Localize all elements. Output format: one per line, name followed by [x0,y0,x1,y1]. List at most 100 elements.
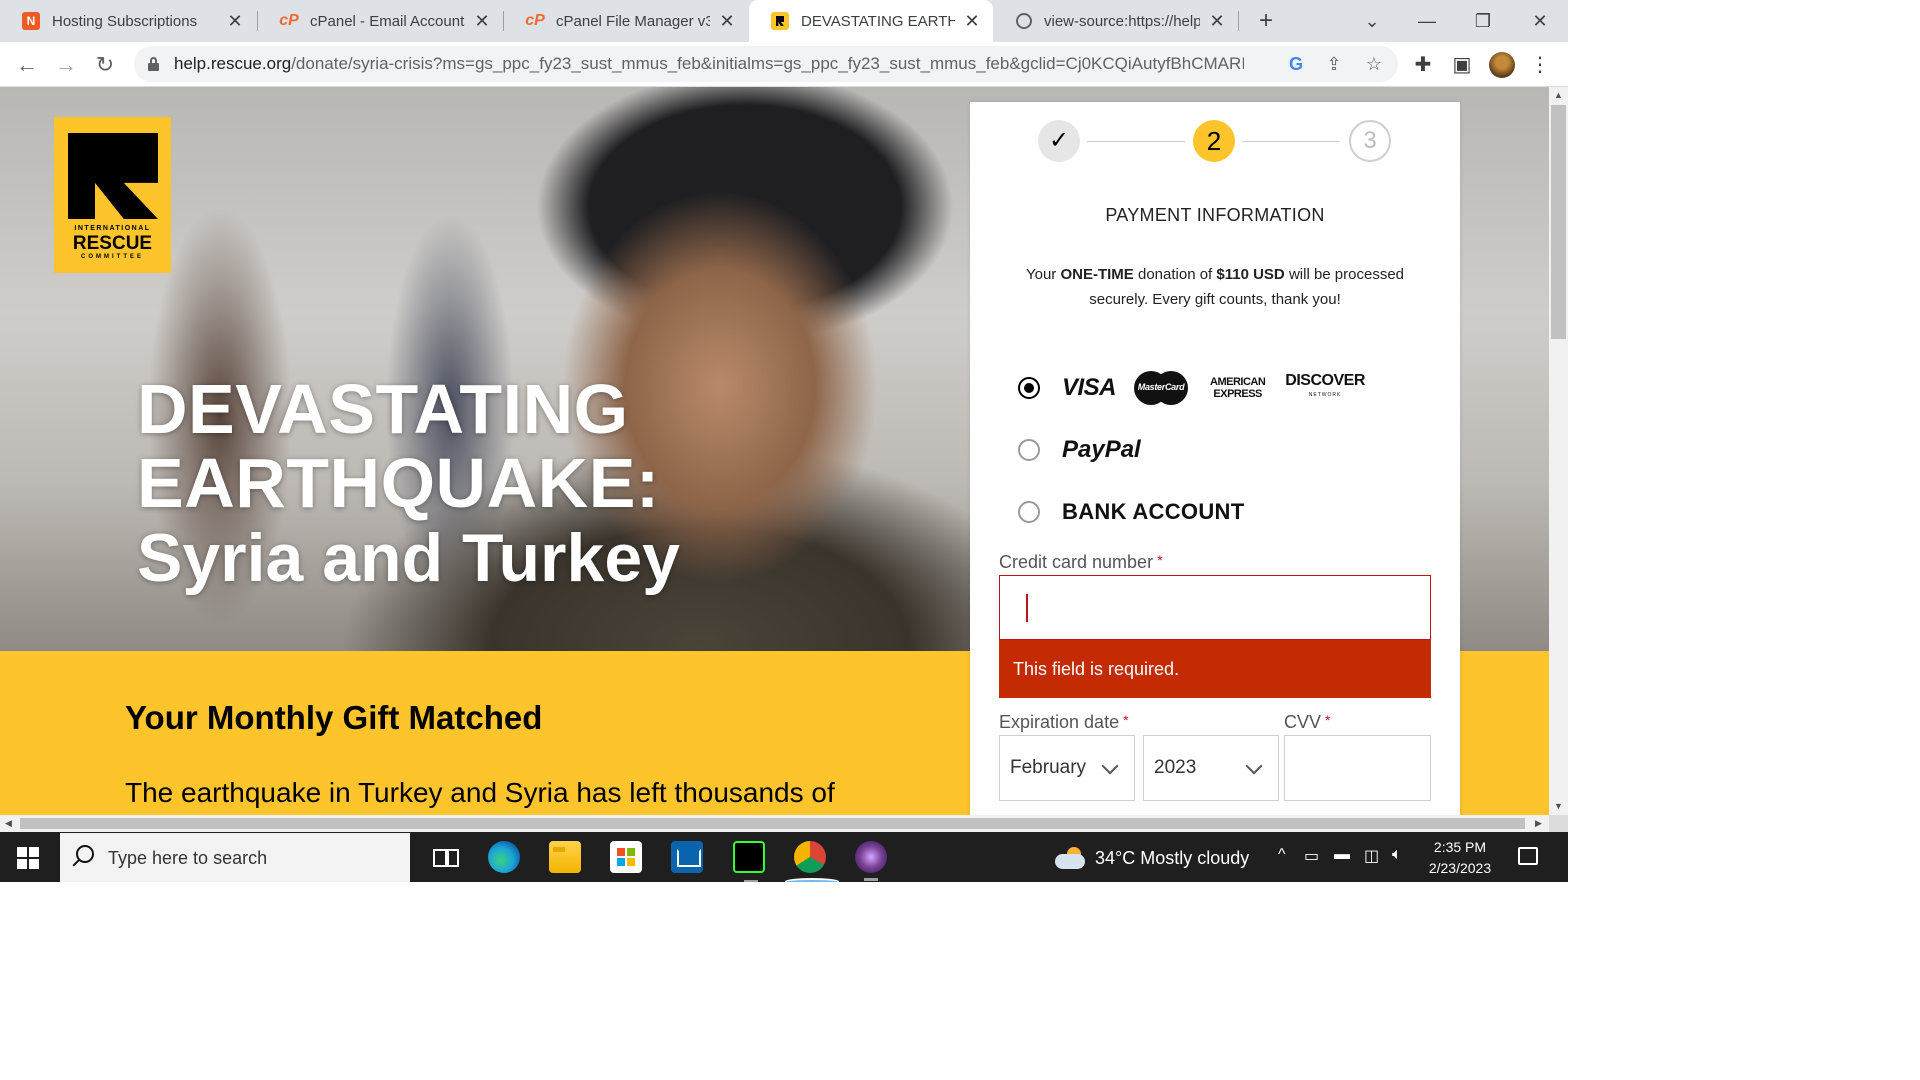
irc-favicon-icon [771,12,789,30]
payment-option-card[interactable]: VISA MasterCard AMERICAN EXPRESS DISCOVER… [1018,368,1365,408]
tab-cpanel-email[interactable]: cP cPanel - Email Accounts ✕ [258,0,503,42]
logo-line-2: RESCUE [72,233,153,254]
step-3-upcoming: 3 [1349,120,1391,162]
battery-icon[interactable]: ▬ [1334,846,1350,864]
back-icon[interactable]: ← [12,50,42,80]
headline-line-1: DEVASTATING [137,370,629,448]
scroll-left-icon[interactable]: ◀ [0,815,17,832]
close-window-icon[interactable]: ✕ [1520,6,1560,36]
payment-option-paypal[interactable]: PayPal [1018,430,1141,470]
expiration-year-select[interactable]: 2023 [1143,735,1279,801]
scrollbar-corner [1549,815,1568,832]
payment-option-bank[interactable]: BANK ACCOUNT [1018,492,1244,532]
bank-account-label: BANK ACCOUNT [1062,499,1245,524]
paypal-radio[interactable] [1018,439,1040,461]
new-tab-button[interactable]: + [1253,8,1279,34]
clock-date: 2/23/2023 [1428,860,1492,876]
required-asterisk: * [1325,712,1331,728]
form-title: PAYMENT INFORMATION [1105,205,1325,225]
headline-line-2: EARTHQUAKE: [137,444,660,522]
system-clock[interactable]: 2:35 PM 2/23/2023 [1415,837,1505,879]
tab-hosting-subscriptions[interactable]: N Hosting Subscriptions ✕ [0,0,256,42]
restore-icon[interactable]: ❐ [1463,6,1503,36]
meet-now-icon[interactable]: ◫ [1364,846,1379,866]
windows-start-icon[interactable] [17,847,39,869]
hosting-favicon-icon: N [22,12,40,30]
cvv-input[interactable] [1284,735,1431,801]
tab-devastating-earthquake[interactable]: DEVASTATING EARTHQUAKE ✕ [749,0,993,42]
irc-logo[interactable]: INTERNATIONAL RESCUE COMMITTEE [54,117,171,273]
tab-view-source[interactable]: view-source:https://help.rescue ✕ [994,0,1238,42]
card-radio[interactable] [1018,377,1040,399]
close-icon[interactable]: ✕ [226,11,244,32]
chrome-icon[interactable] [785,841,839,882]
tab-cpanel-file-manager[interactable]: cP cPanel File Manager v3 ✕ [504,0,748,42]
scroll-thumb[interactable] [1551,105,1566,339]
cpanel-favicon-icon: cP [279,12,299,29]
browser-toolbar: ← → ↻ help.rescue.org/donate/syria-crisi… [0,42,1568,87]
profile-avatar[interactable] [1489,52,1515,78]
tab-search-icon[interactable]: ⌄ [1352,6,1392,36]
cvv-label: CVV * [1284,712,1331,732]
visa-logo: VISA [1062,374,1117,401]
file-explorer-icon[interactable] [549,841,581,873]
cc-number-input[interactable] [999,575,1431,640]
horizontal-scrollbar[interactable]: ◀ ▶ [0,815,1549,832]
reload-icon[interactable]: ↻ [90,50,120,80]
menu-icon[interactable]: ⋮ [1525,50,1555,80]
tab-title: DEVASTATING EARTHQUAKE [801,12,955,30]
hero-headline: DEVASTATING EARTHQUAKE: Syria and Turkey [137,372,680,596]
extensions-icon[interactable]: ✚ [1408,50,1438,80]
chevron-down-icon [1101,757,1119,775]
scroll-right-icon[interactable]: ▶ [1530,815,1547,832]
network-icon[interactable]: ▭ [1304,846,1319,866]
close-icon[interactable]: ✕ [1208,11,1226,32]
donation-summary: Your ONE-TIME donation of $110 USD will … [1025,266,1405,308]
share-icon[interactable]: ⇪ [1322,52,1346,76]
mail-icon[interactable] [671,841,703,873]
required-asterisk: * [1157,552,1163,568]
paypal-logo: PayPal [1062,436,1141,463]
step-1-complete-check-icon[interactable]: ✓ [1038,120,1080,162]
cc-error-message: This field is required. [999,640,1431,698]
vertical-scrollbar[interactable]: ▲ ▼ [1549,87,1568,815]
search-icon [76,845,94,863]
tor-browser-icon[interactable] [855,841,887,881]
show-hidden-icons-icon[interactable]: ^ [1278,846,1286,864]
forward-icon[interactable]: → [51,50,81,80]
task-view-icon[interactable] [428,841,460,873]
logo-line-3: COMMITTEE [81,254,144,260]
side-panel-icon[interactable]: ▣ [1447,50,1477,80]
weather-icon[interactable] [1055,847,1087,869]
close-icon[interactable]: ✕ [718,11,736,32]
scroll-thumb[interactable] [20,818,1525,829]
donation-amount: $110 USD [1216,266,1285,283]
close-icon[interactable]: ✕ [963,11,981,32]
step-connector [1087,141,1185,142]
scroll-up-icon[interactable]: ▲ [1549,87,1568,104]
address-bar[interactable]: help.rescue.org/donate/syria-crisis?ms=g… [134,46,1398,82]
scroll-down-icon[interactable]: ▼ [1549,798,1568,815]
tab-title: view-source:https://help.rescue [1044,12,1200,30]
step-2-current: 2 [1193,120,1235,162]
cpanel-favicon-icon: cP [525,12,545,29]
weather-text[interactable]: 34°C Mostly cloudy [1095,848,1249,869]
search-placeholder: Type here to search [108,848,268,868]
minimize-icon[interactable]: — [1407,6,1447,36]
bookmark-star-icon[interactable]: ☆ [1362,52,1386,76]
volume-icon[interactable]: 🔈︎ [1392,846,1402,864]
amex-logo: AMERICAN EXPRESS [1210,376,1266,400]
edge-icon[interactable] [488,841,520,873]
headline-line-3: Syria and Turkey [137,520,680,596]
expiration-month-select[interactable]: February [999,735,1135,801]
notifications-icon[interactable] [1518,847,1538,865]
taskbar-search-box[interactable]: Type here to search [60,833,410,882]
page-viewport: INTERNATIONAL RESCUE COMMITTEE DEVASTATI… [0,87,1549,815]
close-icon[interactable]: ✕ [473,11,491,32]
lock-icon[interactable] [148,57,159,71]
google-lens-icon[interactable]: G [1284,52,1308,76]
bank-radio[interactable] [1018,501,1040,523]
microsoft-store-icon[interactable] [610,841,642,873]
url-text[interactable]: help.rescue.org/donate/syria-crisis?ms=g… [174,54,1244,74]
pcloud-icon[interactable] [733,841,765,882]
